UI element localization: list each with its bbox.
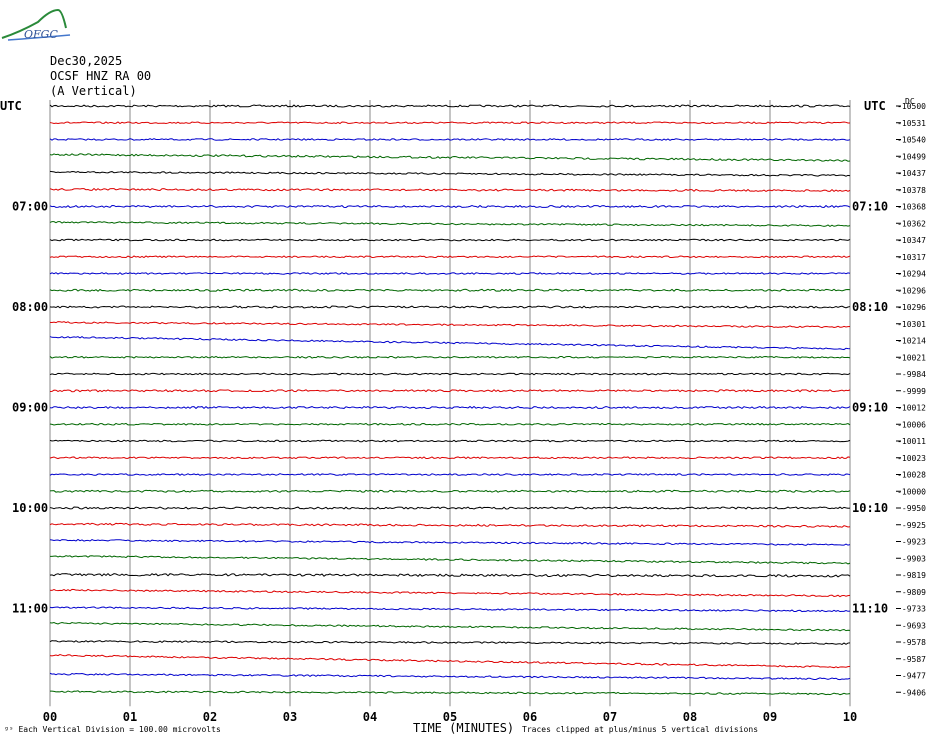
dc-offset-label: -9693: [902, 621, 926, 630]
dc-offset-label: -10437: [897, 169, 926, 178]
dc-offset-label: -9925: [902, 521, 926, 530]
dc-offset-label: -9819: [902, 571, 926, 580]
seismogram-plot: 00 01 02 03 04 05 06 07 08 09 10-10500-10531-10540…: [12, 100, 926, 724]
left-hour-label: 10:00: [12, 501, 48, 515]
right-hour-label: 08:10: [852, 300, 888, 314]
right-hour-label: 10:10: [852, 501, 888, 515]
x-tick-label: 07: [603, 710, 617, 724]
x-tick-label: 04: [363, 710, 377, 724]
scale-icon: ᵍˢ: [4, 725, 14, 734]
dc-offset-label: -10347: [897, 236, 926, 245]
clip-note: Traces clipped at plus/minus 5 vertical …: [522, 725, 759, 734]
dc-offset-label: -10368: [897, 203, 926, 212]
left-hour-label: 07:00: [12, 200, 48, 214]
dc-offset-label: -10296: [897, 286, 926, 295]
dc-offset-label: -10294: [897, 270, 926, 279]
x-tick-label: 08: [683, 710, 697, 724]
dc-offset-label: -10499: [897, 152, 926, 161]
x-axis-label: TIME (MINUTES): [413, 721, 515, 735]
dc-offset-label: -10500: [897, 102, 926, 111]
scale-note: ᵍˢ Each Vertical Division = 100.00 micro…: [4, 725, 221, 734]
dc-offset-label: -10301: [897, 320, 926, 329]
x-tick-label: 06: [523, 710, 537, 724]
dc-offset-label: -10531: [897, 119, 926, 128]
dc-offset-label: -10378: [897, 186, 926, 195]
dc-offset-label: -9733: [902, 605, 926, 614]
dc-offset-label: -10011: [897, 437, 926, 446]
dc-offset-label: -9809: [902, 588, 926, 597]
dc-offset-label: -10000: [897, 487, 926, 496]
x-tick-label: 00: [43, 710, 57, 724]
left-hour-label: 09:00: [12, 401, 48, 415]
dc-offset-label: -9578: [902, 638, 926, 647]
left-hour-label: 08:00: [12, 300, 48, 314]
dc-offset-label: -10012: [897, 404, 926, 413]
x-tick-label: 09: [763, 710, 777, 724]
dc-offset-label: -10023: [897, 454, 926, 463]
dc-offset-label: -9587: [902, 655, 926, 664]
dc-offset-label: -9984: [902, 370, 926, 379]
dc-offset-label: -9923: [902, 538, 926, 547]
right-hour-label: 07:10: [852, 200, 888, 214]
dc-offset-label: -9406: [902, 688, 926, 697]
dc-offset-label: -10540: [897, 136, 926, 145]
dc-offset-label: -10021: [897, 353, 926, 362]
dc-offset-label: -9950: [902, 504, 926, 513]
dc-offset-label: -9903: [902, 554, 926, 563]
x-tick-label: 10: [843, 710, 857, 724]
dc-offset-label: -10214: [897, 337, 926, 346]
dc-offset-label: -10006: [897, 420, 926, 429]
dc-offset-label: -9999: [902, 387, 926, 396]
x-tick-label: 03: [283, 710, 297, 724]
scale-note-text: Each Vertical Division = 100.00 microvol…: [18, 725, 221, 734]
dc-offset-label: -10028: [897, 471, 926, 480]
dc-offset-label: -10296: [897, 303, 926, 312]
dc-offset-label: -10362: [897, 219, 926, 228]
x-tick-label: 01: [123, 710, 137, 724]
right-hour-label: 11:10: [852, 602, 888, 616]
dc-offset-label: -9477: [902, 672, 926, 681]
dc-offset-label: -10317: [897, 253, 926, 262]
x-tick-label: 02: [203, 710, 217, 724]
left-hour-label: 11:00: [12, 602, 48, 616]
right-hour-label: 09:10: [852, 401, 888, 415]
